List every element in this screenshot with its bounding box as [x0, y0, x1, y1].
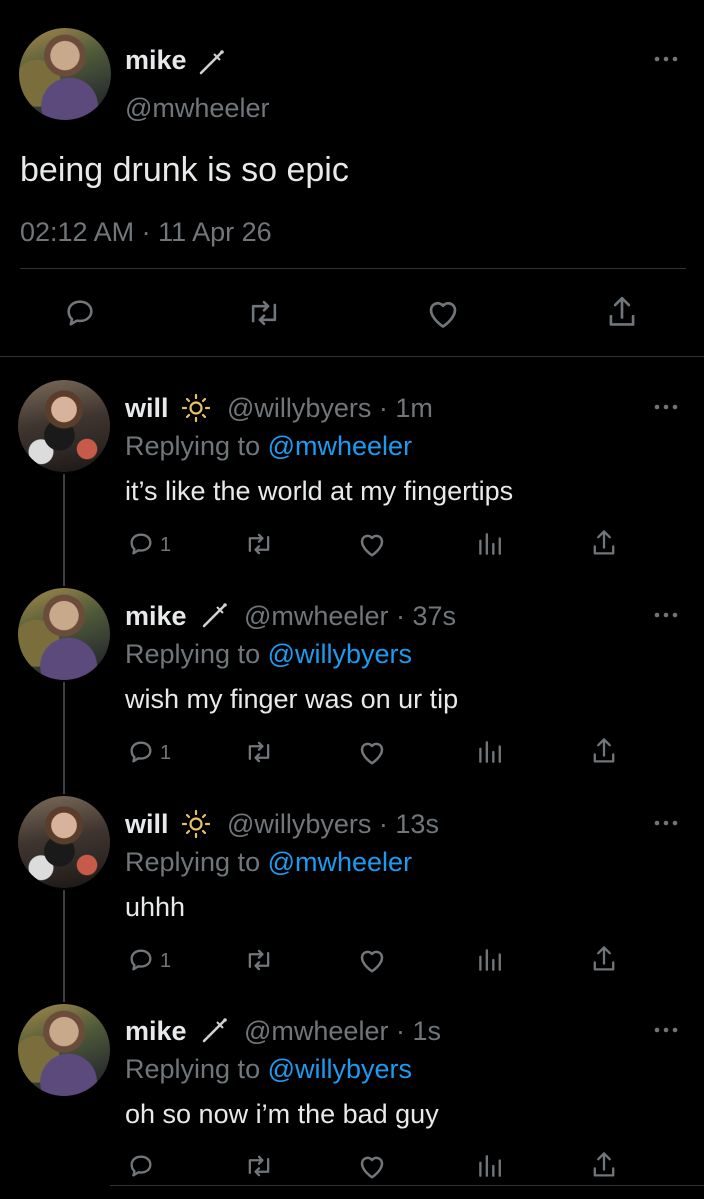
reply-handle-time[interactable]: @mwheeler · 1s	[244, 1015, 441, 1047]
reply-count: 1	[160, 742, 172, 764]
reply-handle-time[interactable]: @willybyers · 13s	[227, 808, 439, 840]
divider	[0, 356, 704, 357]
sun-icon	[180, 809, 212, 844]
more-horizontal-icon[interactable]	[654, 608, 678, 619]
avatar[interactable]	[19, 28, 111, 120]
share-icon[interactable]	[590, 736, 618, 766]
reply-text: it’s like the world at my fingertips	[125, 476, 514, 506]
reply-count: 1	[160, 950, 172, 972]
replying-to: Replying to @mwheeler	[125, 846, 412, 878]
reply-text: uhhh	[125, 892, 186, 922]
reply-handle-time[interactable]: @willybyers · 1m	[227, 392, 433, 424]
replying-prefix: Replying to	[125, 431, 261, 461]
analytics-bars-icon[interactable]	[476, 530, 502, 558]
share-icon[interactable]	[590, 1150, 618, 1180]
author-name[interactable]: mike	[125, 44, 224, 76]
avatar[interactable]	[18, 588, 110, 680]
replying-prefix: Replying to	[125, 847, 261, 877]
avatar[interactable]	[18, 1004, 110, 1096]
replying-to-link[interactable]: @mwheeler	[268, 431, 412, 461]
tweet-timestamp[interactable]: 02:12 AM · 11 Apr 26	[20, 216, 272, 248]
avatar[interactable]	[18, 380, 110, 472]
reply-author-name[interactable]: mike	[125, 1015, 187, 1047]
avatar[interactable]	[18, 796, 110, 888]
more-horizontal-icon[interactable]	[654, 816, 678, 827]
retweet-icon[interactable]	[243, 738, 275, 766]
replying-to: Replying to @willybyers	[125, 638, 412, 670]
thread-line	[63, 890, 65, 1002]
heart-icon[interactable]	[357, 530, 387, 558]
retweet-icon[interactable]	[243, 530, 275, 558]
author-name-text: mike	[125, 45, 187, 75]
reply-count: 1	[160, 534, 172, 556]
reply-text: wish my finger was on ur tip	[125, 684, 459, 714]
share-icon[interactable]	[590, 528, 618, 558]
thread-line	[63, 682, 65, 794]
thread-line	[63, 474, 65, 586]
replying-to-link[interactable]: @mwheeler	[268, 847, 412, 877]
heart-icon[interactable]	[357, 1152, 387, 1180]
sword-icon	[200, 1016, 230, 1049]
sun-icon	[180, 393, 212, 428]
tweet-text: being drunk is so epic	[20, 151, 349, 189]
replying-to: Replying to @willybyers	[125, 1053, 412, 1085]
reply-bubble-icon[interactable]	[127, 738, 155, 766]
divider	[20, 268, 686, 269]
reply-bubble-icon[interactable]	[127, 1152, 155, 1180]
replying-to: Replying to @mwheeler	[125, 430, 412, 462]
share-icon[interactable]	[605, 294, 639, 330]
retweet-icon[interactable]	[245, 296, 283, 330]
sword-icon	[200, 601, 230, 634]
analytics-bars-icon[interactable]	[476, 946, 502, 974]
reply-author-name[interactable]: mike	[125, 600, 187, 632]
replying-prefix: Replying to	[125, 1054, 261, 1084]
reply-handle-time[interactable]: @mwheeler · 37s	[244, 600, 456, 632]
more-horizontal-icon[interactable]	[654, 52, 678, 63]
author-handle[interactable]: @mwheeler	[125, 92, 269, 124]
replying-prefix: Replying to	[125, 639, 261, 669]
reply-author-name-text: mike	[125, 1016, 187, 1046]
reply-author-name[interactable]: will	[125, 808, 169, 840]
more-horizontal-icon[interactable]	[654, 1023, 678, 1034]
reply-bubble-icon[interactable]	[127, 530, 155, 558]
reply-author-name-text: mike	[125, 601, 187, 631]
retweet-icon[interactable]	[243, 1152, 275, 1180]
reply-bubble-icon[interactable]	[127, 946, 155, 974]
reply-author-name-text: will	[125, 393, 169, 423]
reply-author-name-text: will	[125, 809, 169, 839]
replying-to-link[interactable]: @willybyers	[268, 1054, 412, 1084]
reply-author-name[interactable]: will	[125, 392, 169, 424]
heart-icon[interactable]	[425, 296, 461, 330]
sword-icon	[197, 48, 227, 83]
share-icon[interactable]	[590, 944, 618, 974]
reply-text: oh so now i’m the bad guy	[125, 1099, 439, 1129]
analytics-bars-icon[interactable]	[476, 738, 502, 766]
reply-bubble-icon[interactable]	[63, 296, 97, 330]
analytics-bars-icon[interactable]	[476, 1152, 502, 1180]
heart-icon[interactable]	[357, 738, 387, 766]
divider	[110, 1185, 704, 1186]
replying-to-link[interactable]: @willybyers	[268, 639, 412, 669]
retweet-icon[interactable]	[243, 946, 275, 974]
heart-icon[interactable]	[357, 946, 387, 974]
more-horizontal-icon[interactable]	[654, 400, 678, 411]
